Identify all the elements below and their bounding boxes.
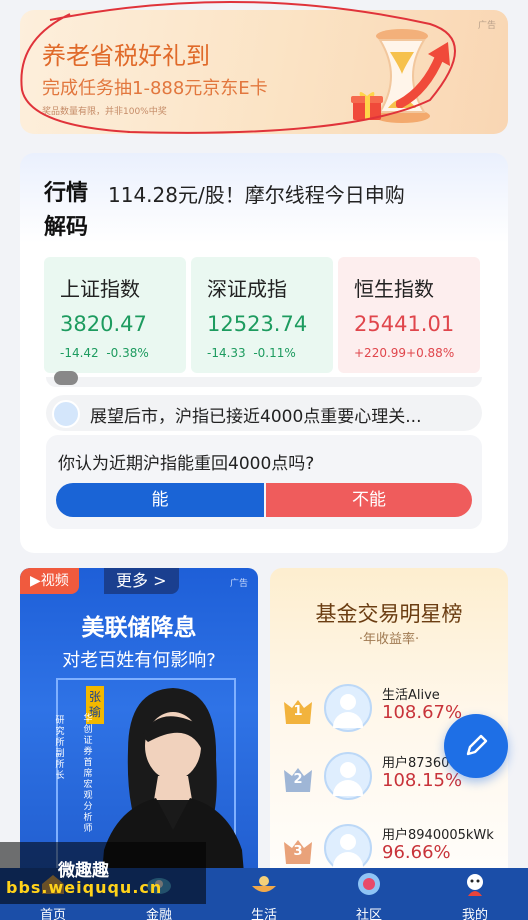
avatar [324,824,372,872]
promo-subtitle: 完成任务抽1-888元京东E卡 [42,78,268,99]
community-icon [358,873,380,895]
poll-yes-button[interactable]: 能 [56,483,264,517]
compose-button[interactable] [444,714,508,778]
index-value: 12523.74 [207,312,308,336]
watermark: 微趣趣 bbs.weiququ.cn [0,842,206,904]
ad-label: 广告 [229,579,248,589]
index-name: 深证成指 [207,277,287,301]
up-arrow-icon [396,42,450,108]
index-card-hsi[interactable]: 恒生指数 25441.01 +220.99+0.88% [338,257,480,373]
life-icon [252,876,276,892]
tab-life[interactable]: 生活 [219,868,309,920]
tab-me[interactable]: 我的 [430,868,520,920]
mascot-icon [467,874,483,896]
index-change: -14.33 -0.11% [207,346,296,360]
rank-return: 108.67% [382,702,463,723]
tab-label: 社区 [355,908,382,920]
poll-no-button[interactable]: 不能 [266,483,472,517]
index-name: 恒生指数 [354,277,434,301]
market-card: 行情解码 114.28元/股！摩尔线程今日申购 上证指数 3820.47 -14… [20,153,508,553]
market-headline[interactable]: 114.28元/股！摩尔线程今日申购 [108,179,405,208]
rank-user: 用户8940005kWk [382,828,494,843]
rank-return: 108.15% [382,770,463,791]
gift-icon [351,92,383,120]
avatar [324,752,372,800]
rank-return: 96.66% [382,842,451,863]
tab-label: 首页 [39,908,66,920]
promo-note: 奖品数量有限，并非100%中奖 [42,107,167,117]
pencil-icon [466,734,488,756]
watermark-url: bbs.weiququ.cn [6,878,163,897]
tab-label: 生活 [250,908,277,920]
speaker-title-2: 研究所副所长 [55,716,65,781]
avatar [324,684,372,732]
rank-title: 基金交易明星榜 [315,602,463,626]
news-text: 展望后市，沪指已接近4000点重要心理关... [90,407,422,427]
rank-subtitle: ·年收益率· [358,632,420,647]
tab-label: 我的 [461,908,488,920]
index-name: 上证指数 [60,277,140,301]
poll-box: 你认为近期沪指能重回4000点吗? 能 不能 [46,435,482,529]
index-card-sse[interactable]: 上证指数 3820.47 -14.42 -0.38% [44,257,186,373]
index-change: -14.42 -0.38% [60,346,149,360]
gold-medal-icon: 1 [282,698,314,728]
news-ticker[interactable]: 展望后市，沪指已接近4000点重要心理关... [46,395,482,431]
avatar [52,400,80,428]
index-value: 3820.47 [60,312,147,336]
rank-user: 生活Alive [382,688,440,703]
promo-title: 养老省税好礼到 [42,42,210,70]
silver-medal-icon: 2 [282,766,314,796]
market-title: 行情解码 [44,181,89,240]
ad-label: 广告 [477,21,496,31]
news-ticker-previous [46,371,482,387]
poll-question: 你认为近期沪指能重回4000点吗? [58,454,315,474]
speaker-title: 华创证券首席宏观分析师 [83,714,93,834]
index-card-szse[interactable]: 深证成指 12523.74 -14.33 -0.11% [191,257,333,373]
index-change: +220.99+0.88% [354,346,455,360]
index-value: 25441.01 [354,312,455,336]
more-button[interactable]: 更多 > [104,568,179,594]
promo-banner[interactable]: 养老省税好礼到 完成任务抽1-888元京东E卡 奖品数量有限，并非100%中奖 … [20,10,508,134]
video-subheadline: 对老百姓有何影响? [62,650,216,671]
bronze-medal-icon: 3 [282,838,314,868]
avatar [54,371,78,385]
tab-label: 金融 [145,908,172,920]
video-headline: 美联储降息 [81,615,197,641]
video-tag: ▶视频 [20,568,79,594]
tab-community[interactable]: 社区 [324,868,414,920]
